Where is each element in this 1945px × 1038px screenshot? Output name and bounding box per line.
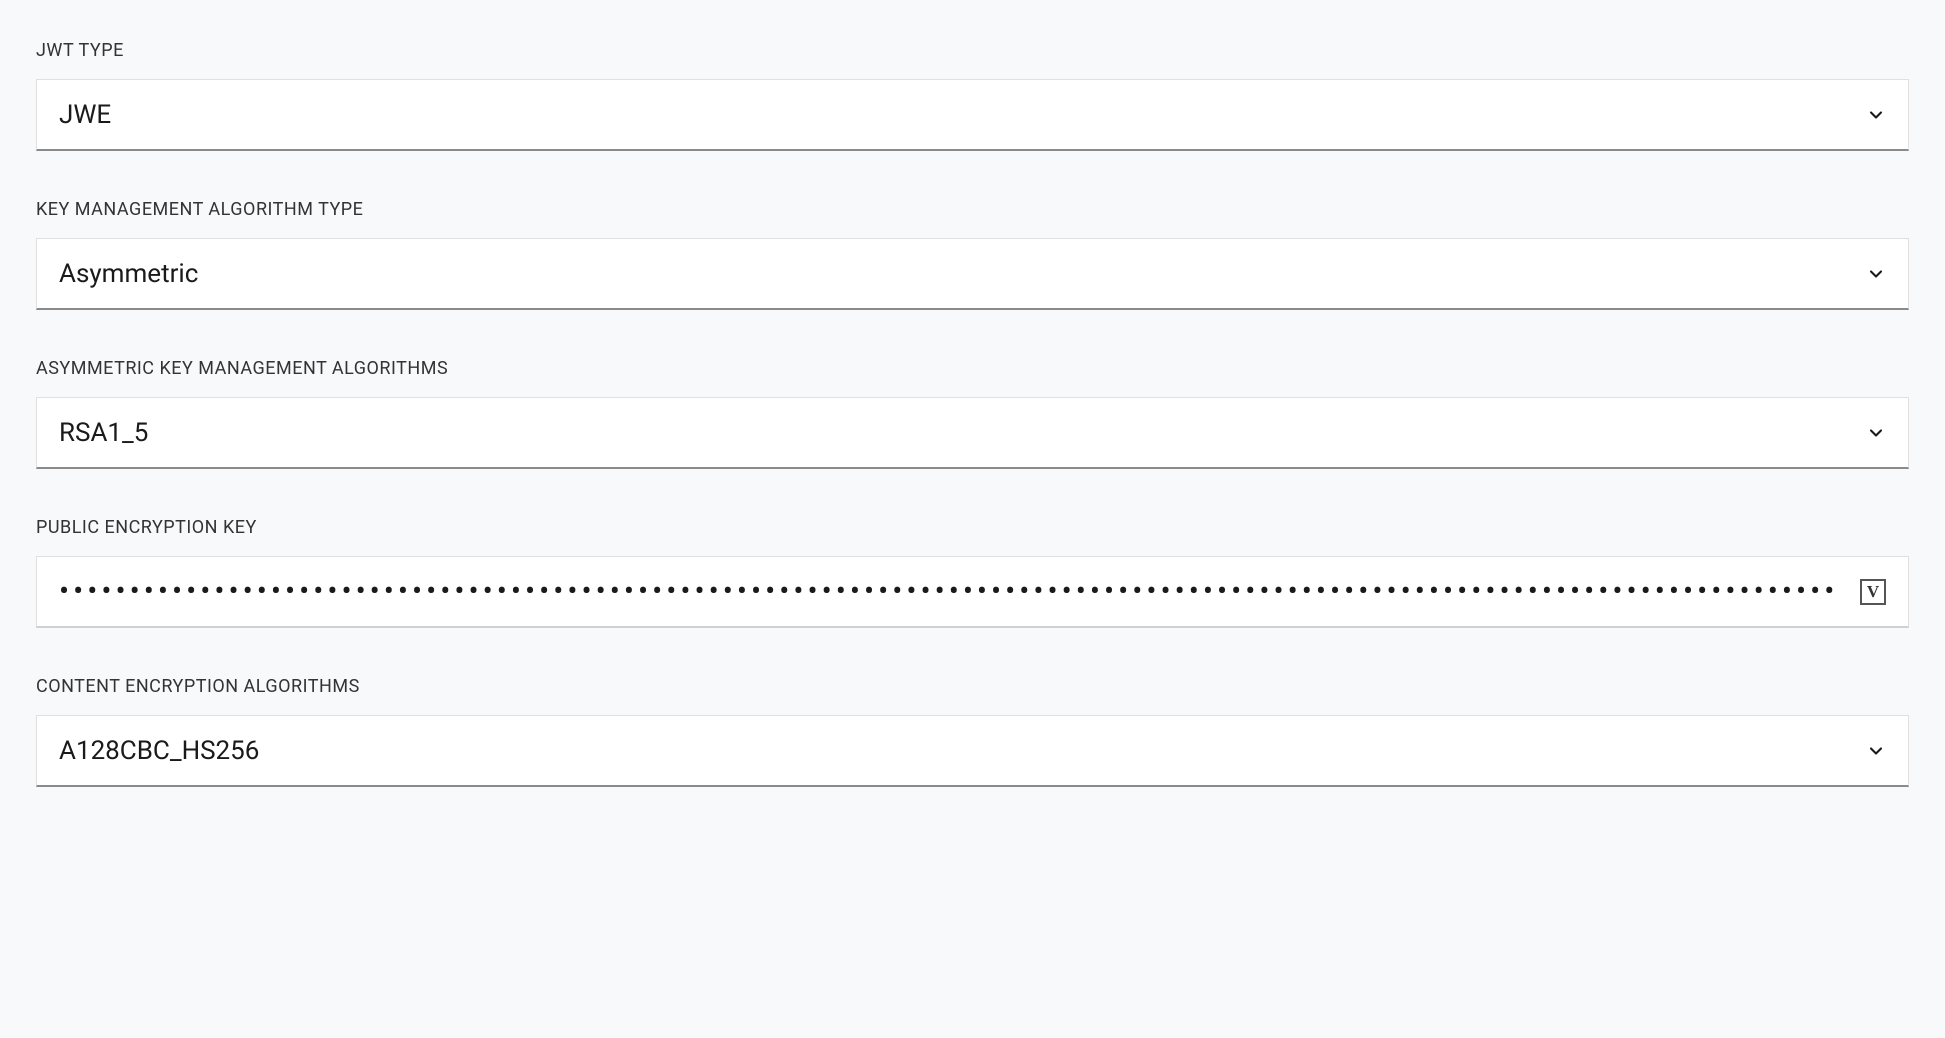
public-encryption-key-input[interactable] [59, 574, 1860, 609]
content-encryption-algo-label: CONTENT ENCRYPTION ALGORITHMS [36, 676, 1909, 697]
content-encryption-algo-select[interactable]: A128CBC_HS256 [36, 715, 1909, 787]
key-mgmt-type-group: KEY MANAGEMENT ALGORITHM TYPE Asymmetric [36, 199, 1909, 310]
asym-key-mgmt-algo-select[interactable]: RSA1_5 [36, 397, 1909, 469]
key-mgmt-type-label: KEY MANAGEMENT ALGORITHM TYPE [36, 199, 1909, 220]
asym-key-mgmt-algo-value: RSA1_5 [59, 418, 1866, 448]
key-mgmt-type-select[interactable]: Asymmetric [36, 238, 1909, 310]
public-encryption-key-label: PUBLIC ENCRYPTION KEY [36, 517, 1909, 538]
asym-key-mgmt-algo-group: ASYMMETRIC KEY MANAGEMENT ALGORITHMS RSA… [36, 358, 1909, 469]
asym-key-mgmt-algo-label: ASYMMETRIC KEY MANAGEMENT ALGORITHMS [36, 358, 1909, 379]
jwt-type-value: JWE [59, 100, 1866, 130]
chevron-down-icon [1866, 741, 1886, 761]
jwt-type-label: JWT TYPE [36, 40, 1909, 61]
key-mgmt-type-value: Asymmetric [59, 259, 1866, 289]
jwt-type-select[interactable]: JWE [36, 79, 1909, 151]
public-encryption-key-group: PUBLIC ENCRYPTION KEY V [36, 517, 1909, 628]
jwt-type-group: JWT TYPE JWE [36, 40, 1909, 151]
chevron-down-icon [1866, 264, 1886, 284]
chevron-down-icon [1866, 423, 1886, 443]
content-encryption-algo-group: CONTENT ENCRYPTION ALGORITHMS A128CBC_HS… [36, 676, 1909, 787]
chevron-down-icon [1866, 105, 1886, 125]
content-encryption-algo-value: A128CBC_HS256 [59, 736, 1866, 766]
vault-icon[interactable]: V [1860, 579, 1886, 605]
public-encryption-key-wrapper: V [36, 556, 1909, 628]
